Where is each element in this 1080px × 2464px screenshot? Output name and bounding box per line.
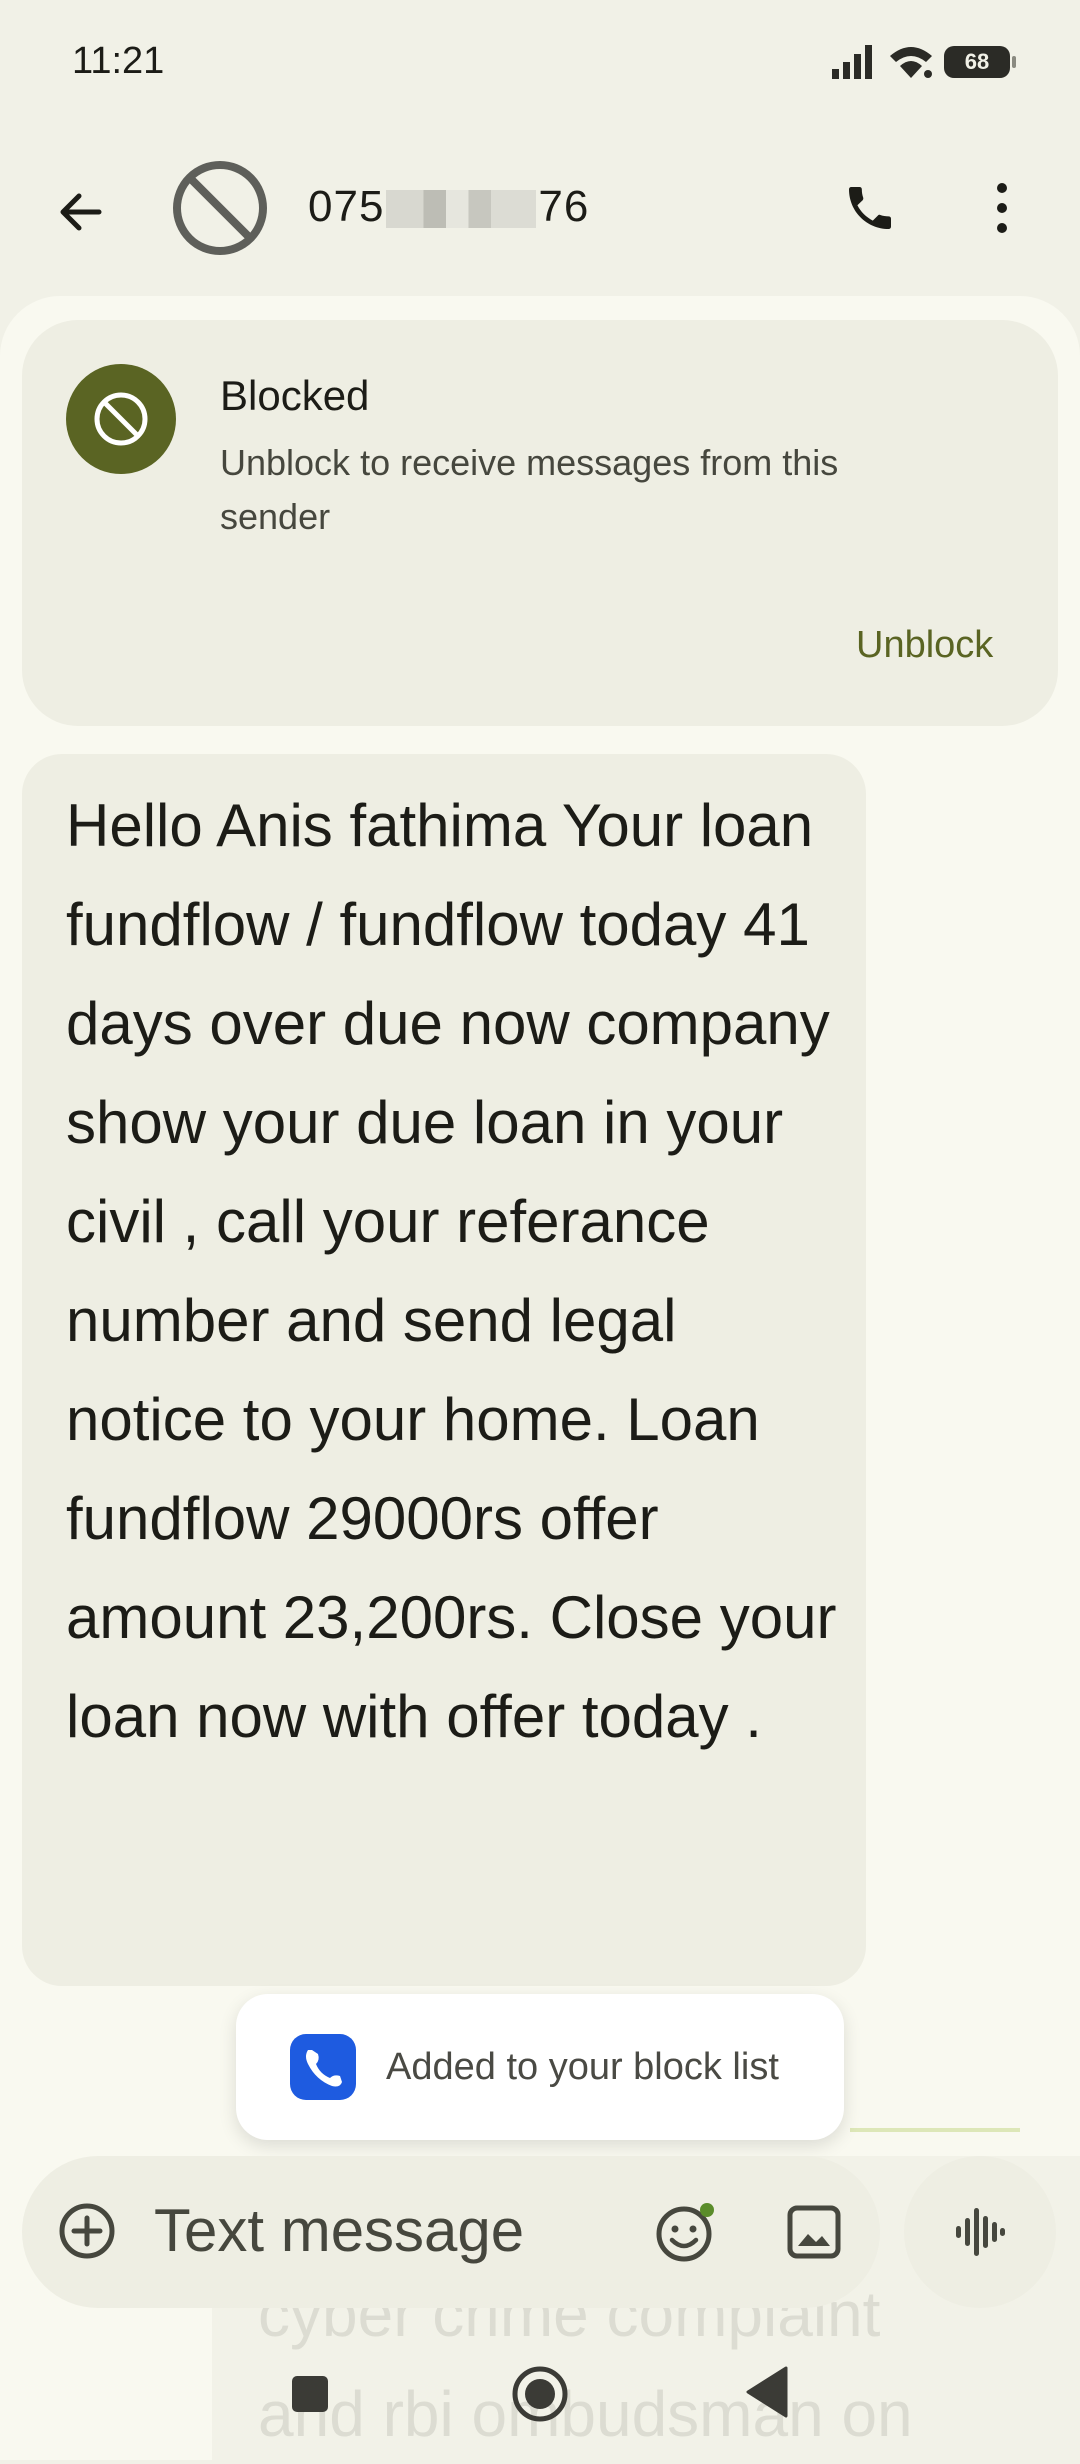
phone-icon (849, 187, 891, 229)
battery-level: 68 (964, 49, 990, 74)
add-circle-icon (59, 2203, 115, 2259)
more-vert-icon (997, 183, 1007, 233)
add-attachment-button[interactable] (52, 2196, 122, 2266)
more-options-button[interactable] (962, 168, 1042, 248)
nav-home-button[interactable] (510, 2364, 570, 2424)
message-input[interactable]: Text message (154, 2196, 524, 2265)
block-icon (94, 392, 148, 446)
voice-waveform-icon (956, 2208, 1005, 2256)
faded-divider (850, 2128, 1020, 2132)
call-button[interactable] (830, 168, 910, 248)
status-time: 11:21 (72, 40, 165, 82)
nav-back-button[interactable] (744, 2366, 788, 2418)
contact-number[interactable]: 075 76 (308, 182, 589, 232)
nav-back-triangle-icon (746, 2366, 788, 2418)
snackbar-text: Added to your block list (386, 2046, 779, 2088)
block-list-app-icon (290, 2034, 356, 2100)
emoji-icon (656, 2203, 714, 2262)
contact-avatar[interactable] (170, 158, 270, 258)
home-circle-icon (512, 2366, 568, 2422)
gallery-button[interactable] (776, 2194, 852, 2270)
back-button[interactable] (40, 172, 120, 252)
message-text: Hello Anis fathima Your loan fundflow / … (66, 792, 837, 1750)
arrow-left-icon (60, 193, 102, 231)
blocked-title: Blocked (220, 372, 370, 419)
battery-indicator: 68 (944, 46, 1016, 78)
image-icon (787, 2205, 841, 2259)
redacted-digits (386, 190, 537, 229)
faded-message-line: and rbi ombudsman on (258, 2378, 913, 2450)
unblock-button[interactable]: Unblock (856, 620, 993, 671)
contact-number-prefix: 075 (308, 182, 385, 231)
status-icons: 68 (832, 44, 1016, 80)
contact-number-suffix: 76 (538, 182, 590, 231)
wifi-icon (890, 47, 932, 78)
nav-recents-button[interactable] (292, 2376, 328, 2412)
blocked-description: Unblock to receive messages from this se… (220, 442, 839, 537)
signal-icon (832, 45, 872, 79)
voice-message-button[interactable] (904, 2156, 1056, 2308)
emoji-button[interactable] (648, 2194, 724, 2270)
blocked-avatar-icon (173, 161, 267, 255)
blocked-banner-icon (66, 364, 176, 474)
